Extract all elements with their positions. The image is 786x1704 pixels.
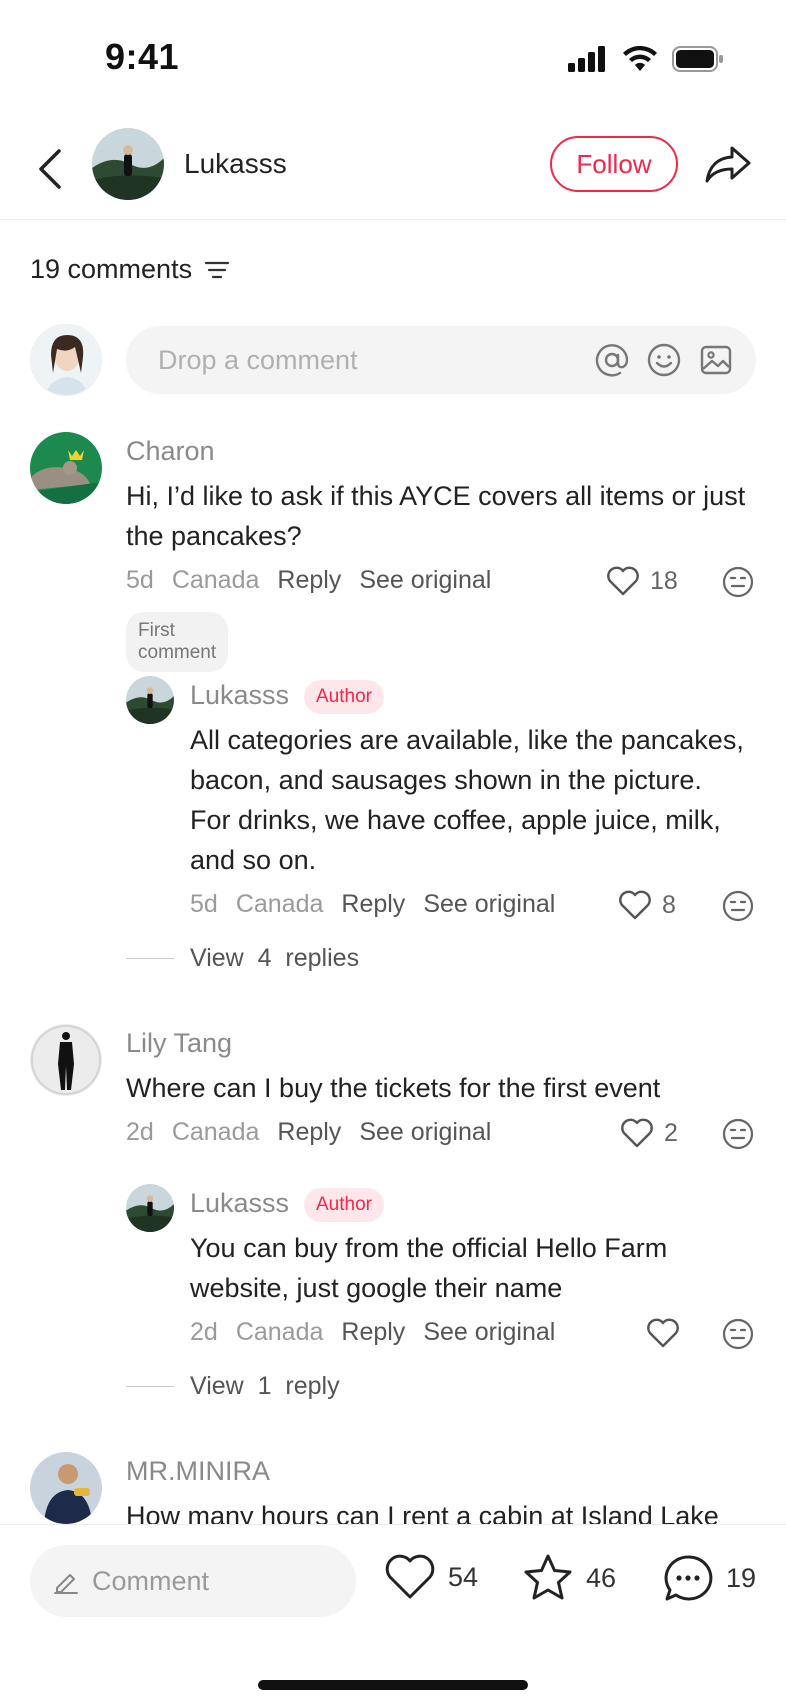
heart-icon [607,566,639,596]
reply-age: 2d [190,1318,218,1346]
reply-author-avatar[interactable] [126,1184,174,1232]
reply-location: Canada [235,890,324,918]
view-replies-button[interactable]: View 4 replies [126,944,359,973]
post-comments-button[interactable]: 19 [662,1553,756,1603]
reply-author-name[interactable]: Lukasss [190,1188,289,1219]
heart-icon [385,1554,435,1599]
commenter-name[interactable]: MR.MINIRA [126,1456,270,1487]
comments-count-label: 19 comments [30,254,193,284]
status-icons [568,44,724,74]
comment-input-tools [594,342,756,378]
sort-icon[interactable] [204,259,230,281]
bottom-comment-placeholder: Comment [92,1565,210,1596]
like-button[interactable]: 18 [606,566,678,596]
author-avatar[interactable] [92,128,164,200]
like-button[interactable] [646,1318,690,1348]
comment-location: Canada [171,1118,260,1146]
post-favorite-count: 46 [586,1562,617,1593]
heart-icon [621,1118,653,1148]
wifi-icon [623,46,657,71]
bottom-comment-input[interactable]: Comment [30,1545,356,1617]
like-count: 2 [664,1118,678,1147]
reply-text: All categories are available, like the p… [190,725,744,875]
reply-location: Canada [235,1318,324,1346]
pencil-icon [54,1574,78,1594]
bottom-action-bar: Comment 54 46 19 [0,1524,786,1704]
post-like-count: 54 [448,1561,479,1592]
post-header: Lukasss Follow [0,120,786,220]
comment-input[interactable]: Drop a comment [126,326,756,394]
comments-count[interactable]: 19 comments [30,254,230,285]
dislike-icon[interactable] [722,566,754,598]
comment-age: 2d [126,1118,154,1146]
see-original-button[interactable]: See original [423,1318,555,1347]
comment-input-placeholder: Drop a comment [158,344,358,375]
share-icon [705,146,751,183]
heart-icon [619,890,651,920]
like-button[interactable]: 2 [620,1118,678,1148]
reply-button[interactable]: Reply [277,566,341,595]
first-comment-badge: First comment [126,612,229,672]
see-original-button[interactable]: See original [359,1118,491,1147]
commenter-avatar[interactable] [30,432,102,504]
post-favorite-button[interactable]: 46 [522,1553,616,1603]
dislike-icon[interactable] [722,890,754,922]
mention-icon[interactable] [594,342,630,378]
back-button[interactable] [30,144,70,194]
commenter-name[interactable]: Lily Tang [126,1028,232,1059]
reply-age: 5d [190,890,218,918]
commenter-name[interactable]: Charon [126,436,215,467]
reply-button[interactable]: Reply [277,1118,341,1147]
chevron-left-icon [39,149,61,189]
follow-button[interactable]: Follow [550,136,678,192]
view-replies-button[interactable]: View 1 reply [126,1372,340,1401]
see-original-button[interactable]: See original [359,566,491,595]
reply-author-name[interactable]: Lukasss [190,680,289,711]
emoji-icon[interactable] [646,342,682,378]
status-bar: 9:41 [0,0,786,110]
star-icon [524,1554,572,1600]
cellular-signal-icon [568,46,605,72]
home-indicator[interactable] [258,1680,528,1690]
reply-meta: 2d Canada Reply See original [190,1318,555,1347]
comment-location: Canada [171,566,260,594]
comment-meta: 2d Canada Reply See original [126,1118,491,1147]
like-button[interactable]: 8 [618,890,676,920]
comment-bubble-icon [664,1555,713,1601]
current-user-avatar [30,324,102,396]
share-button[interactable] [700,138,756,190]
like-count: 8 [662,890,676,919]
author-badge: Author [304,680,384,714]
heart-icon [647,1318,679,1348]
view-replies-label: View 4 replies [190,944,360,972]
dislike-icon[interactable] [722,1318,754,1350]
commenter-avatar[interactable] [30,1024,102,1096]
see-original-button[interactable]: See original [423,890,555,919]
reply-meta: 5d Canada Reply See original [190,890,555,919]
author-avatar-image [92,128,164,200]
status-time: 9:41 [105,36,180,77]
comment-meta: 5d Canada Reply See original [126,566,491,595]
view-replies-label: View 1 reply [190,1372,340,1400]
commenter-avatar[interactable] [30,1452,102,1524]
author-name[interactable]: Lukasss [184,148,287,180]
battery-icon [672,46,723,72]
comment-text: Where can I buy the tickets for the firs… [126,1073,661,1103]
dislike-icon[interactable] [722,1118,754,1150]
divider-line [126,958,174,959]
reply-author-avatar[interactable] [126,676,174,724]
image-icon[interactable] [698,342,734,378]
author-badge: Author [304,1188,384,1222]
post-comment-count: 19 [726,1562,757,1593]
reply-button[interactable]: Reply [341,1318,405,1347]
post-like-button[interactable]: 54 [384,1553,478,1601]
comment-text: Hi, I’d like to ask if this AYCE covers … [126,481,746,551]
reply-text: You can buy from the official Hello Farm… [190,1233,668,1303]
comment-age: 5d [126,566,154,594]
like-count: 18 [650,566,678,595]
reply-button[interactable]: Reply [341,890,405,919]
divider-line [126,1386,174,1387]
